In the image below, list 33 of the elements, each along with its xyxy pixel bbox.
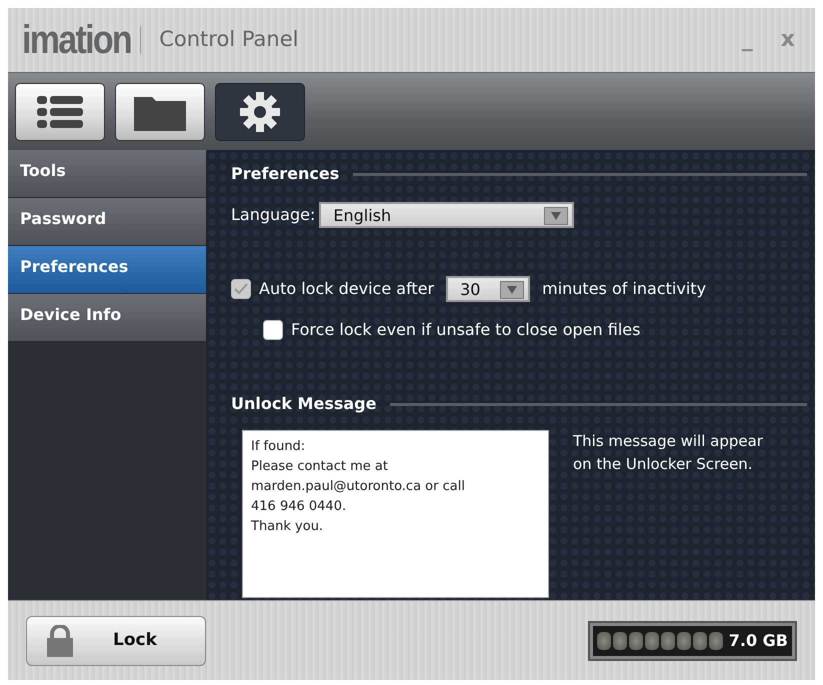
sidebar-item[interactable]: Preferences xyxy=(8,246,206,294)
sidebar-item[interactable]: Tools xyxy=(8,150,206,198)
capacity-label: 7.0 GB xyxy=(728,630,788,652)
language-dropdown[interactable]: English xyxy=(319,202,574,228)
meter-segment xyxy=(708,632,723,650)
checkbox-label: Auto lock device after xyxy=(259,278,434,300)
toolbar-tab[interactable] xyxy=(115,83,205,141)
checkbox-label: Force lock even if unsafe to close open files xyxy=(291,319,640,341)
toolbar-tab[interactable] xyxy=(15,83,105,141)
language-label: Language: xyxy=(231,204,316,226)
sidebar-item[interactable]: Password xyxy=(8,198,206,246)
meter-segment xyxy=(596,632,611,650)
logo: imation xyxy=(22,17,131,64)
toolbar-tab[interactable] xyxy=(215,83,305,141)
meter-segment xyxy=(612,632,627,650)
lock-button[interactable]: Lock xyxy=(26,616,206,666)
caret-icon xyxy=(507,286,518,294)
help-text: This message will appear on the Unlocker Screen. xyxy=(573,431,764,475)
caret-icon xyxy=(551,212,562,220)
section-heading: Preferences xyxy=(231,163,340,185)
settings-icon xyxy=(238,90,282,134)
meter-segment xyxy=(644,632,659,650)
message-field[interactable]: If found: Please contact me at marden.paul@utoronto.ca or call 416 946 0440. Thank you. xyxy=(242,430,549,598)
minutes-label: minutes of inactivity xyxy=(542,278,706,300)
meter-segment xyxy=(676,632,691,650)
padlock-icon xyxy=(47,624,73,656)
section-heading: Unlock Message xyxy=(231,393,376,415)
meter-segment xyxy=(660,632,675,650)
window-title: Control Panel xyxy=(159,26,298,54)
sidebar-item[interactable]: Device Info xyxy=(8,294,206,342)
meter-segment xyxy=(628,632,643,650)
meter-segment xyxy=(692,632,707,650)
checkbox[interactable] xyxy=(263,320,283,340)
